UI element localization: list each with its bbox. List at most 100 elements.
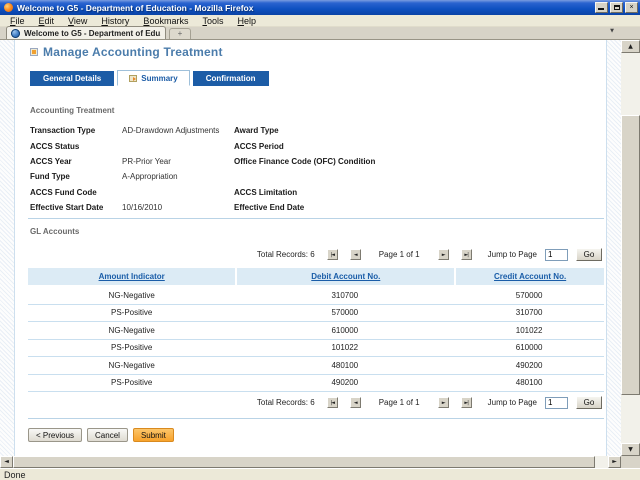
table-row: PS-Positive 570000 310700 — [28, 305, 604, 323]
table-cell: 610000 — [235, 322, 454, 339]
table-cell: NG-Negative — [28, 287, 235, 304]
scrollbar-corner — [621, 456, 640, 468]
field-label-accs-period: ACCS Period — [234, 142, 444, 151]
section-divider — [28, 218, 604, 219]
accounting-treatment-fields: Transaction Type AD-Drawdown Adjustments… — [30, 123, 604, 215]
firefox-icon — [4, 3, 13, 12]
table-header-row: Amount Indicator Debit Account No. Credi… — [28, 268, 604, 285]
previous-button[interactable]: < Previous — [28, 428, 82, 442]
scroll-left-button[interactable]: ◄ — [0, 456, 13, 468]
browser-tab[interactable]: Welcome to G5 - Department of Edu... — [6, 26, 166, 39]
scroll-up-button[interactable]: ▲ — [621, 40, 640, 53]
table-cell: PS-Positive — [28, 375, 235, 392]
field-label-fund-type: Fund Type — [30, 172, 122, 181]
next-page-button[interactable]: ► — [438, 397, 449, 408]
actions-divider — [28, 418, 604, 419]
browser-tab-title: Welcome to G5 - Department of Edu... — [24, 29, 161, 38]
menu-item-help[interactable]: Help — [231, 16, 262, 26]
submit-button[interactable]: Submit — [133, 428, 174, 442]
table-cell: 490200 — [454, 357, 604, 374]
page-viewport: Manage Accounting Treatment General Deta… — [0, 40, 621, 456]
last-page-button[interactable]: ►| — [461, 249, 472, 260]
action-buttons: < Previous Cancel Submit — [28, 428, 174, 442]
table-cell: 101022 — [454, 322, 604, 339]
table-cell: 310700 — [235, 287, 454, 304]
jump-to-page-input[interactable] — [545, 249, 568, 261]
first-page-button[interactable]: |◄ — [327, 249, 338, 260]
table-cell: PS-Positive — [28, 340, 235, 357]
previous-page-button[interactable]: ◄ — [350, 397, 361, 408]
field-label-award-type: Award Type — [234, 126, 444, 135]
total-records-label: Total Records: 6 — [257, 398, 315, 407]
left-margin-stripes — [0, 40, 15, 456]
field-value-accs-year: PR-Prior Year — [122, 157, 234, 166]
page-tabs: General Details Summary Confirmation — [30, 70, 269, 86]
jump-to-page-label: Jump to Page — [488, 398, 537, 407]
field-label-ofc-condition: Office Finance Code (OFC) Condition — [234, 157, 444, 166]
scroll-down-button[interactable]: ▼ — [621, 443, 640, 456]
table-row: PS-Positive 490200 480100 — [28, 375, 604, 393]
table-cell: 610000 — [454, 340, 604, 357]
first-page-button[interactable]: |◄ — [327, 397, 338, 408]
section-heading-gl-accounts: GL Accounts — [30, 227, 79, 236]
field-label-accs-limitation: ACCS Limitation — [234, 188, 444, 197]
field-label-accs-year: ACCS Year — [30, 157, 122, 166]
menu-item-view[interactable]: View — [62, 16, 93, 26]
go-button[interactable]: Go — [576, 248, 602, 261]
tab-confirmation[interactable]: Confirmation — [193, 71, 269, 86]
jump-to-page-input[interactable] — [545, 397, 568, 409]
table-cell: 570000 — [454, 287, 604, 304]
cancel-button[interactable]: Cancel — [87, 428, 128, 442]
vertical-scroll-thumb[interactable] — [621, 115, 640, 395]
menu-item-bookmarks[interactable]: Bookmarks — [137, 16, 194, 26]
restore-icon — [614, 5, 620, 10]
go-button[interactable]: Go — [576, 396, 602, 409]
tab-summary[interactable]: Summary — [117, 70, 189, 86]
menu-item-edit[interactable]: Edit — [33, 16, 61, 26]
status-text: Done — [0, 470, 26, 480]
section-heading-accounting-treatment: Accounting Treatment — [30, 106, 114, 115]
column-header-amount-indicator[interactable]: Amount Indicator — [28, 268, 235, 285]
close-button[interactable]: × — [625, 2, 638, 13]
pagination-top: Total Records: 6 |◄ ◄ Page 1 of 1 ► ►| J… — [257, 248, 602, 261]
previous-page-button[interactable]: ◄ — [350, 249, 361, 260]
next-page-button[interactable]: ► — [438, 249, 449, 260]
tab-list-dropdown-icon[interactable]: ▼ — [605, 27, 619, 37]
table-cell: 570000 — [235, 305, 454, 322]
table-row: NG-Negative 610000 101022 — [28, 322, 604, 340]
field-label-accs-fund-code: ACCS Fund Code — [30, 188, 122, 197]
pagination-bottom: Total Records: 6 |◄ ◄ Page 1 of 1 ► ►| J… — [257, 396, 602, 409]
status-bar: Done — [0, 468, 640, 480]
table-cell: NG-Negative — [28, 322, 235, 339]
table-cell: 310700 — [454, 305, 604, 322]
minimize-button[interactable] — [595, 2, 608, 13]
restore-button[interactable] — [610, 2, 623, 13]
page-content: Manage Accounting Treatment General Deta… — [15, 40, 606, 456]
vertical-scrollbar[interactable]: ▲ ▼ — [621, 40, 640, 456]
field-label-effective-end-date: Effective End Date — [234, 203, 444, 212]
page-title: Manage Accounting Treatment — [43, 45, 223, 59]
table-cell: 101022 — [235, 340, 454, 357]
last-page-button[interactable]: ►| — [461, 397, 472, 408]
column-header-debit-account-no[interactable]: Debit Account No. — [235, 268, 454, 285]
menu-item-tools[interactable]: Tools — [196, 16, 229, 26]
new-tab-button[interactable]: + — [169, 28, 191, 39]
tab-general-details[interactable]: General Details — [30, 71, 114, 86]
scroll-right-button[interactable]: ► — [608, 456, 621, 468]
total-records-label: Total Records: 6 — [257, 250, 315, 259]
horizontal-scroll-thumb[interactable] — [13, 456, 595, 468]
browser-tabstrip: Welcome to G5 - Department of Edu... + ▼ — [0, 27, 640, 40]
menu-item-history[interactable]: History — [95, 16, 135, 26]
minimize-icon — [598, 8, 604, 10]
table-row: PS-Positive 101022 610000 — [28, 340, 604, 358]
column-header-credit-account-no[interactable]: Credit Account No. — [454, 268, 604, 285]
field-value-fund-type: A-Appropriation — [122, 172, 234, 181]
menu-item-file[interactable]: File — [4, 16, 31, 26]
field-label-accs-status: ACCS Status — [30, 142, 122, 151]
horizontal-scrollbar[interactable]: ◄ ► — [0, 456, 621, 468]
page-status-label: Page 1 of 1 — [379, 398, 420, 407]
table-row: NG-Negative 480100 490200 — [28, 357, 604, 375]
table-cell: 480100 — [454, 375, 604, 392]
summary-tab-icon — [129, 75, 137, 82]
field-value-transaction-type: AD-Drawdown Adjustments — [122, 126, 234, 135]
